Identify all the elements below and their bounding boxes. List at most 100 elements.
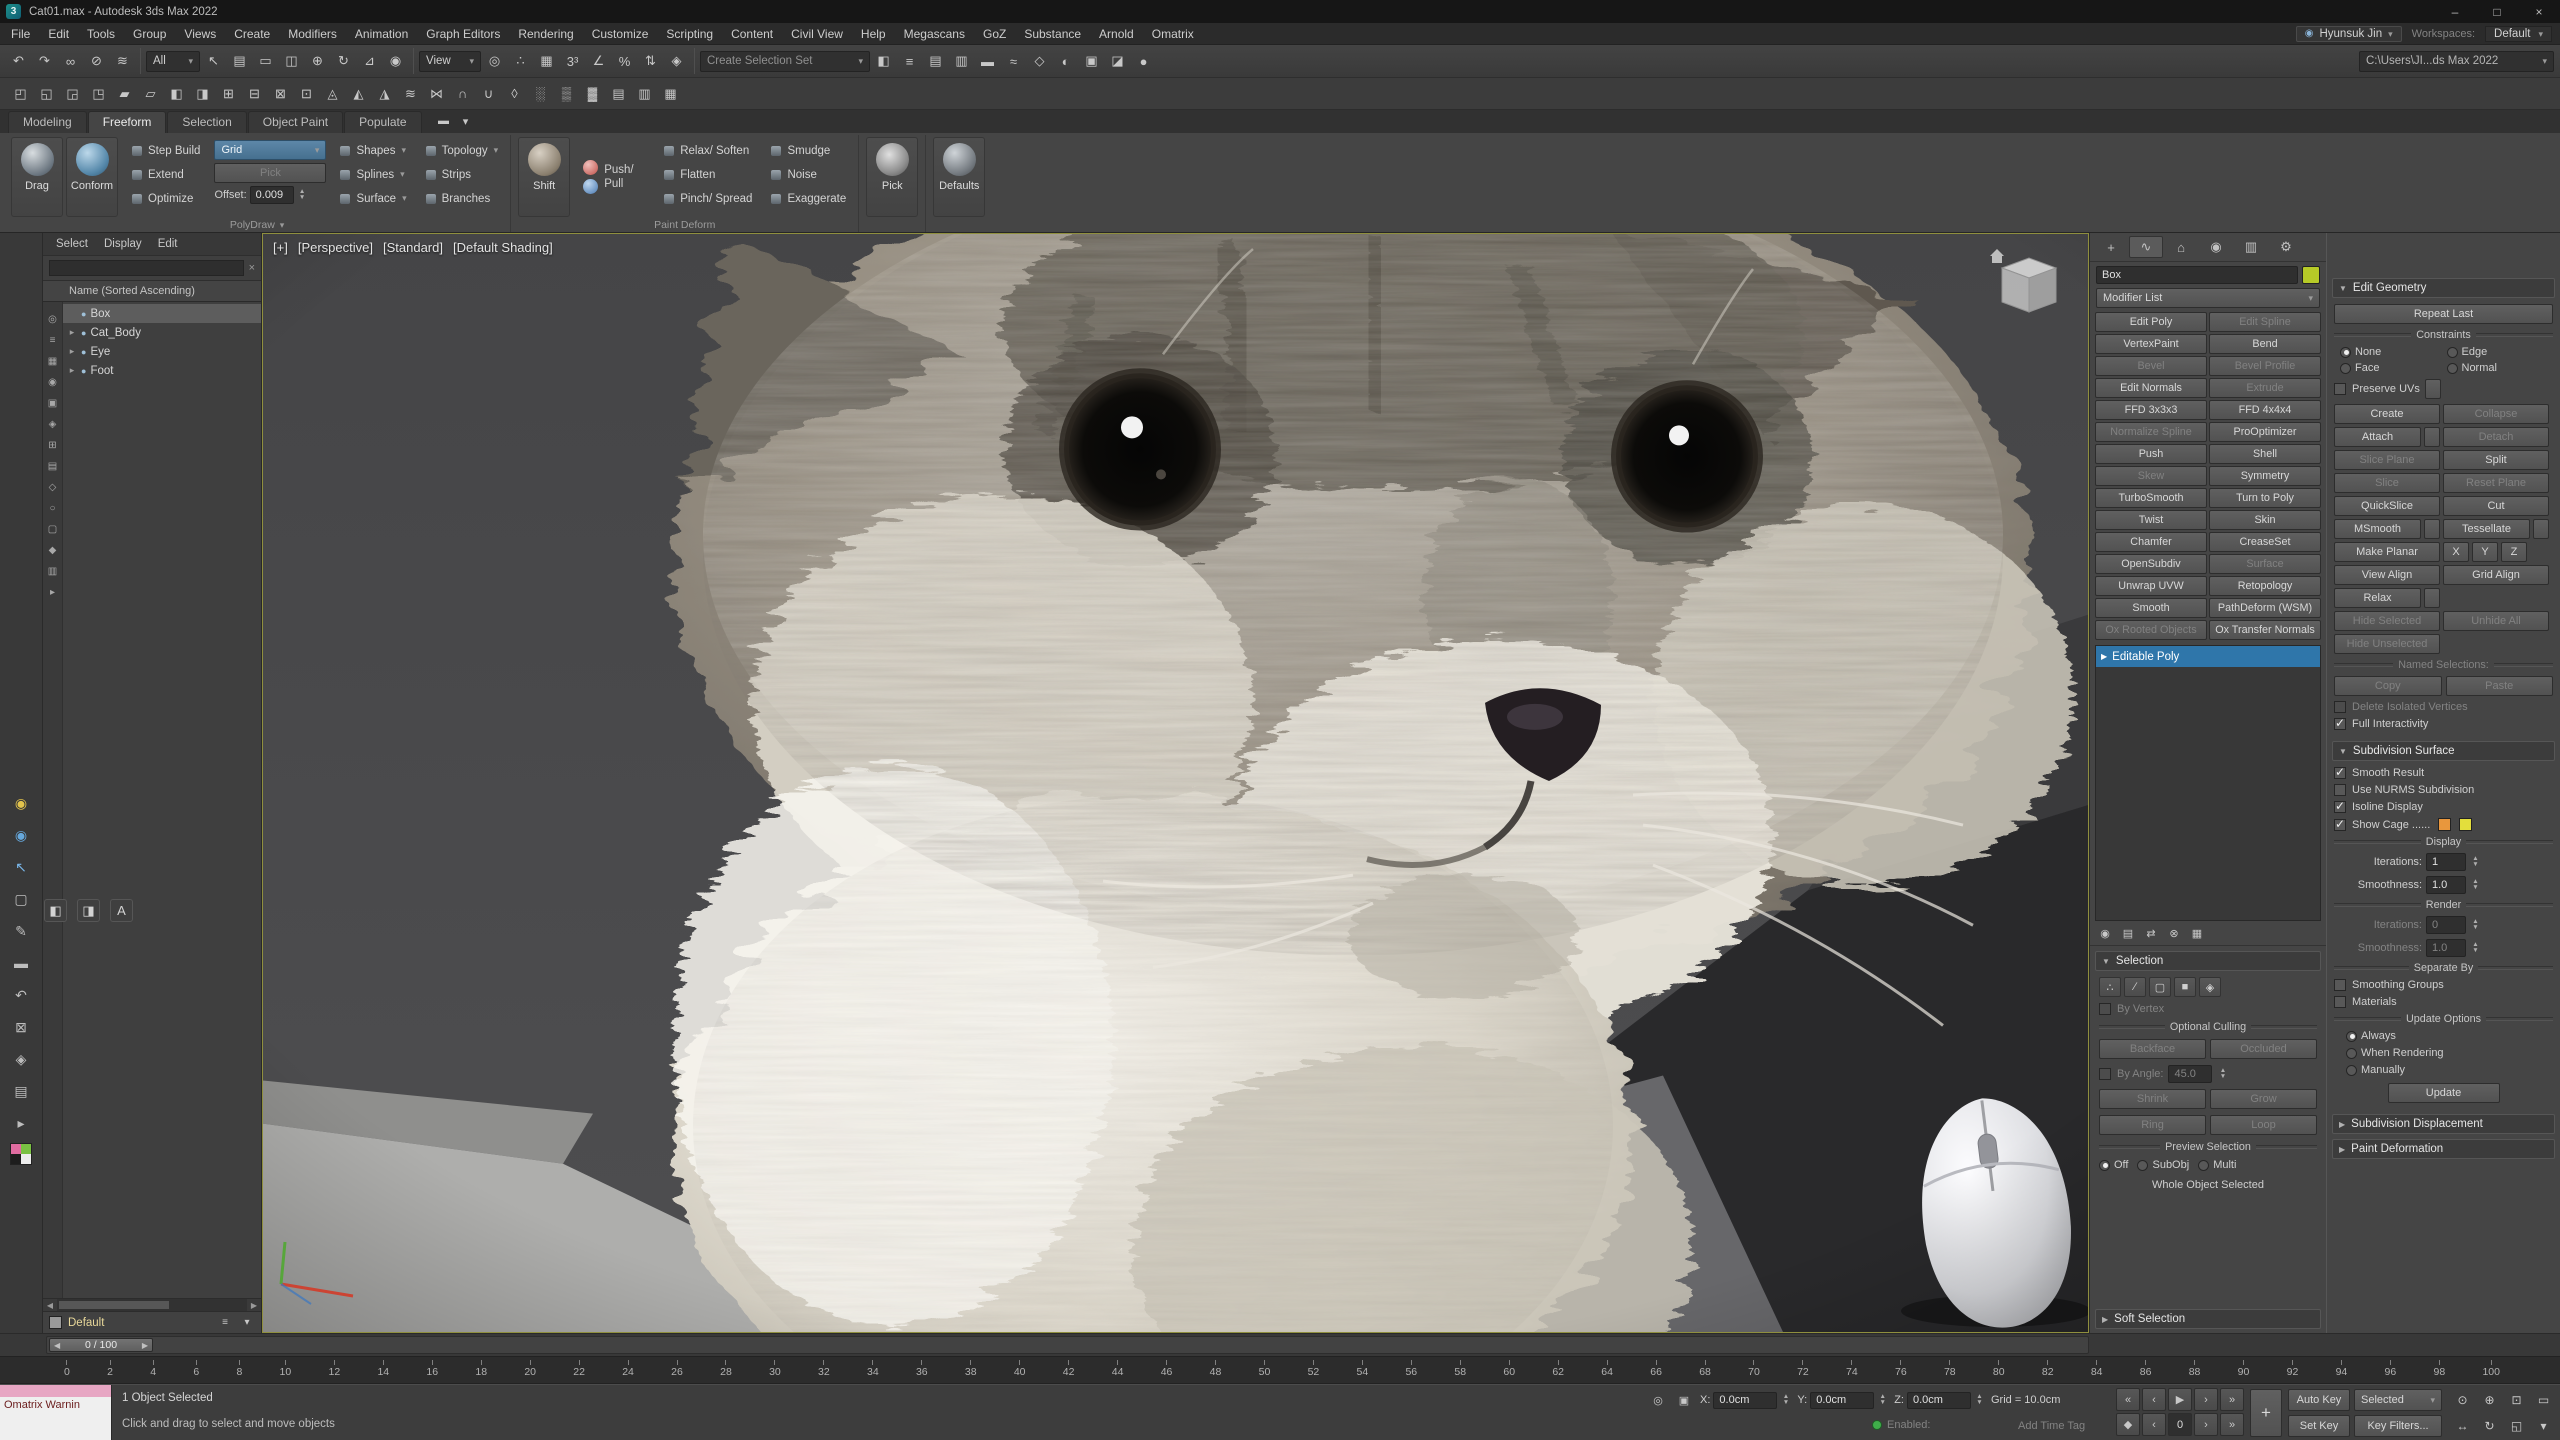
menu-item[interactable]: Create	[225, 24, 279, 44]
remove-modifier-icon[interactable]: ⊗	[2164, 923, 2184, 943]
layer-explorer-icon[interactable]: ▥	[949, 49, 974, 74]
select-and-rotate-icon[interactable]: ↻	[331, 49, 356, 74]
coordinate-field[interactable]: 0.0cm	[1907, 1392, 1971, 1409]
pin-icon[interactable]: ◈	[9, 1047, 33, 1071]
drag-tool-button[interactable]: Drag	[11, 137, 63, 217]
track-bar[interactable]: 0246810121416182022242628303234363840424…	[0, 1356, 2560, 1384]
layer-list-icon[interactable]: ≡	[217, 1315, 233, 1331]
tool-icon[interactable]: ░	[528, 81, 553, 106]
menu-item[interactable]: Help	[852, 24, 895, 44]
modifier-button[interactable]: Symmetry	[2209, 466, 2321, 486]
motion-tab-icon[interactable]: ◉	[2199, 236, 2233, 258]
offset-spinner[interactable]	[297, 187, 308, 203]
configure-modifier-sets-icon[interactable]: ▦	[2187, 923, 2207, 943]
nav-options-icon[interactable]: ▾	[2531, 1414, 2556, 1438]
polydraw-tool-button[interactable]: Splines▾	[335, 164, 411, 185]
expand-icon[interactable]: ▶	[2101, 652, 2107, 661]
spinner[interactable]	[2470, 940, 2481, 956]
mirror-icon[interactable]: ◧	[871, 49, 896, 74]
edit-geometry-button[interactable]: Hide Unselected	[2334, 634, 2440, 654]
edit-geometry-button[interactable]	[2424, 519, 2440, 539]
ribbon-tab[interactable]: Object Paint	[248, 111, 343, 133]
tool-icon[interactable]: ▱	[138, 81, 163, 106]
scene-explorer-toggle-icon[interactable]: ▤	[923, 49, 948, 74]
by-angle-field[interactable]: 45.0	[2168, 1065, 2212, 1083]
go-to-start-icon[interactable]: «	[2116, 1388, 2140, 1411]
edit-geometry-button[interactable]	[2533, 519, 2549, 539]
paint-deform-tool-button[interactable]: Relax/ Soften	[659, 140, 757, 161]
isolate-selection-icon[interactable]: ◎	[1648, 1390, 1668, 1410]
culling-button[interactable]: Backface	[2099, 1039, 2206, 1059]
tool-icon[interactable]: ▒	[554, 81, 579, 106]
keyboard-override-icon[interactable]: ▦	[534, 49, 559, 74]
conform-tool-button[interactable]: Conform	[66, 137, 118, 217]
modifier-button[interactable]: Ox Transfer Normals	[2209, 620, 2321, 640]
hierarchy-tab-icon[interactable]: ⌂	[2164, 236, 2198, 258]
edit-geometry-button[interactable]: Hide Selected	[2334, 611, 2440, 631]
offset-field[interactable]: 0.009	[250, 186, 294, 204]
update-option-radio[interactable]: Always	[2346, 1030, 2553, 1042]
time-slider[interactable]: ◀ 0 / 100 ▶	[49, 1338, 153, 1352]
tool-icon[interactable]: ∩	[450, 81, 475, 106]
curve-editor-icon[interactable]: ≈	[1001, 49, 1026, 74]
macro-recorder-line[interactable]	[0, 1385, 111, 1397]
polydraw-tool-button[interactable]: Shapes▾	[335, 140, 411, 161]
constraint-radio[interactable]: Normal	[2447, 362, 2548, 374]
spinner[interactable]	[2217, 1066, 2228, 1082]
subdivision-surface-rollout-header[interactable]: ▼Subdivision Surface	[2332, 741, 2555, 761]
tool-icon[interactable]: ⊞	[216, 81, 241, 106]
auto-key-button[interactable]: Auto Key	[2288, 1389, 2350, 1411]
modifier-button[interactable]: PathDeform (WSM)	[2209, 598, 2321, 618]
menu-item[interactable]: Substance	[1015, 24, 1090, 44]
tool-icon[interactable]: ◱	[34, 81, 59, 106]
ribbon-options-icon[interactable]: ▾	[456, 111, 476, 131]
note-icon[interactable]: ▢	[9, 887, 33, 911]
smooth-result-checkbox[interactable]: Smooth Result	[2334, 767, 2553, 779]
menu-item[interactable]: Rendering	[509, 24, 582, 44]
tool-icon[interactable]: ⊟	[242, 81, 267, 106]
explorer-filter-icon[interactable]: ▸	[50, 587, 55, 598]
update-option-radio[interactable]: When Rendering	[2346, 1047, 2553, 1059]
pin-stack-icon[interactable]: ◉	[2095, 923, 2115, 943]
light-bulb-icon[interactable]: ◉	[9, 791, 33, 815]
maximize-viewport-icon[interactable]: ◱	[2504, 1414, 2529, 1438]
render-iterations-field[interactable]: 0	[2426, 916, 2466, 934]
paint-deform-tool-button[interactable]: Noise	[766, 164, 851, 185]
spinner[interactable]	[2470, 877, 2481, 893]
modifier-button[interactable]: Shell	[2209, 444, 2321, 464]
modifier-button[interactable]: Extrude	[2209, 378, 2321, 398]
ribbon-minimize-icon[interactable]: ▬	[434, 111, 454, 131]
tag-icon[interactable]: ◨	[77, 899, 100, 922]
menu-item[interactable]: Group	[124, 24, 175, 44]
edit-geometry-button[interactable]: Split	[2443, 450, 2549, 470]
explorer-filter-icon[interactable]: ○	[49, 503, 55, 514]
layer-options-icon[interactable]: ▾	[239, 1315, 255, 1331]
modifier-button[interactable]: Push	[2095, 444, 2207, 464]
edit-geometry-button[interactable]: Cut	[2443, 496, 2549, 516]
viewport[interactable]: [+][Perspective][Standard][Default Shadi…	[262, 233, 2089, 1333]
isoline-display-checkbox[interactable]: Isoline Display	[2334, 801, 2553, 813]
polydraw-mode-select[interactable]: Grid	[214, 140, 326, 160]
object-color-swatch[interactable]	[2302, 266, 2320, 284]
coordinate-field[interactable]: 0.0cm	[1810, 1392, 1874, 1409]
tool-icon[interactable]: ◲	[60, 81, 85, 106]
collapsed-rollout-header[interactable]: ▶Subdivision Displacement	[2332, 1114, 2555, 1134]
workspace-select[interactable]: Default	[2485, 26, 2552, 42]
modifier-button[interactable]: Ox Rooted Objects	[2095, 620, 2207, 640]
tool-icon[interactable]: ≋	[398, 81, 423, 106]
polydraw-tool-button[interactable]: Surface▾	[335, 188, 411, 209]
modifier-button[interactable]: Edit Normals	[2095, 378, 2207, 398]
display-tab-icon[interactable]: ▥	[2234, 236, 2268, 258]
modifier-button[interactable]: ProOptimizer	[2209, 422, 2321, 442]
redo-icon[interactable]: ↷	[32, 49, 57, 74]
active-layer-label[interactable]: Default	[68, 1317, 211, 1329]
use-pivot-point-icon[interactable]: ◎	[482, 49, 507, 74]
edit-geometry-button[interactable]: Make Planar	[2334, 542, 2440, 562]
zoom-region-icon[interactable]: ▭	[2531, 1388, 2556, 1412]
edit-geometry-button[interactable]: Detach	[2443, 427, 2549, 447]
display-iterations-field[interactable]: 1	[2426, 853, 2466, 871]
tool-icon[interactable]: ◳	[86, 81, 111, 106]
selection-filter-select[interactable]: All	[146, 51, 200, 72]
polydraw-tool-button[interactable]: Extend	[127, 164, 205, 185]
group-label[interactable]: Paint Deform	[518, 217, 851, 232]
